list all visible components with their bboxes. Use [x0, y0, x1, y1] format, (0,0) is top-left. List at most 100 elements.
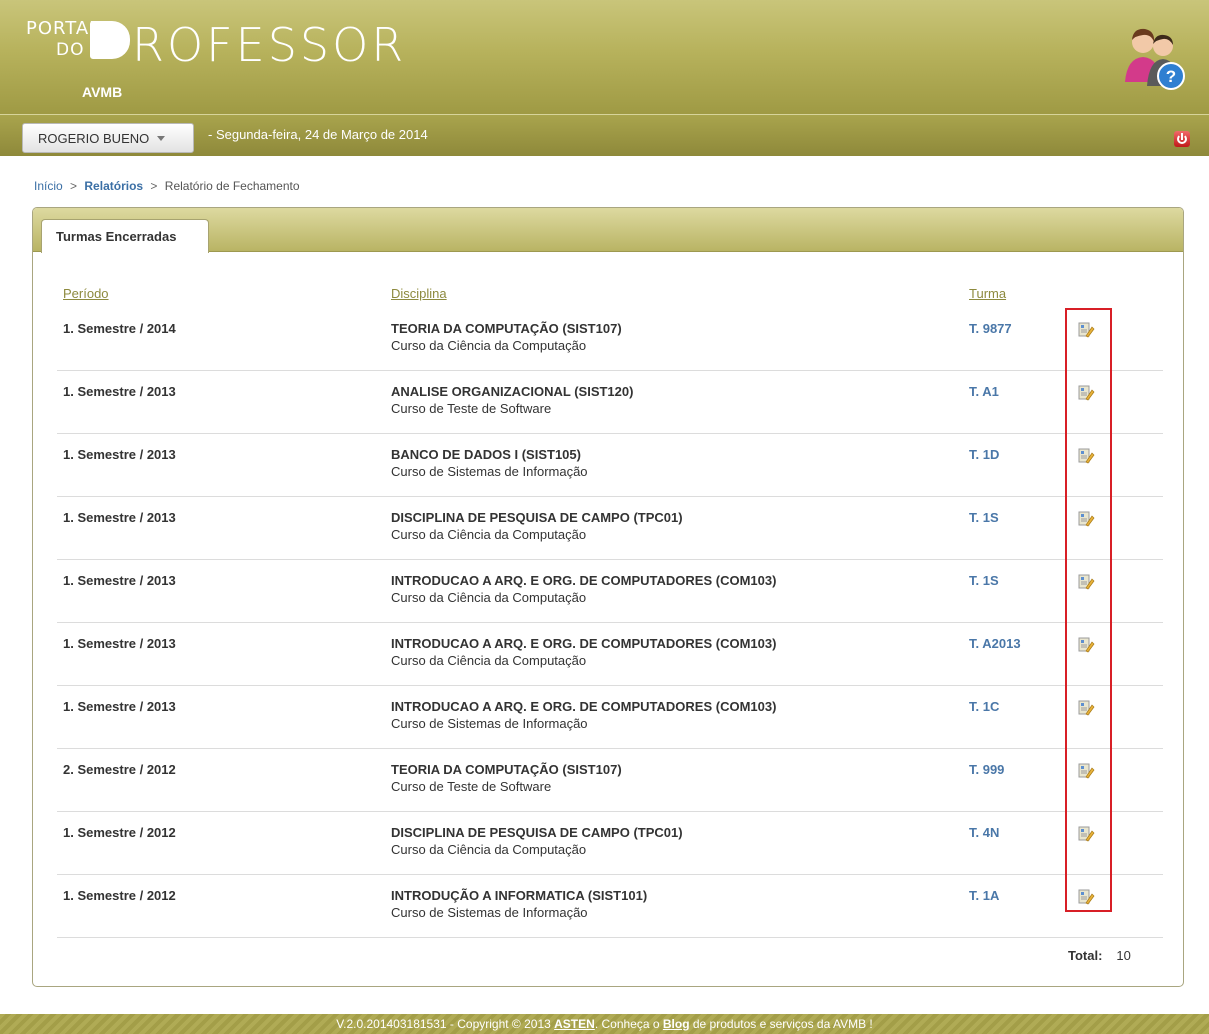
report-edit-icon[interactable]: [1077, 888, 1095, 906]
table-row: 1. Semestre / 2012 DISCIPLINA DE PESQUISA…: [57, 812, 1163, 875]
cell-disciplina: ANALISE ORGANIZACIONAL (SIST120) Curso de…: [391, 384, 633, 416]
course-name: Curso da Ciência da Computação: [391, 527, 587, 542]
portal-logo[interactable]: PORTAL DO ROFESSOR AVMB: [26, 18, 486, 108]
disciplina-name: DISCIPLINA DE PESQUISA DE CAMPO (TPC01): [391, 825, 683, 840]
report-edit-icon[interactable]: [1077, 699, 1095, 717]
turma-link[interactable]: T. 1S: [969, 573, 999, 588]
turma-link[interactable]: T. 1C: [969, 699, 999, 714]
turma-link[interactable]: T. A2013: [969, 636, 1021, 651]
turma-link[interactable]: T. 9877: [969, 321, 1012, 336]
course-name: Curso da Ciência da Computação: [391, 842, 587, 857]
turma-link[interactable]: T. 1D: [969, 447, 999, 462]
report-edit-icon[interactable]: [1077, 762, 1095, 780]
footer-asten-link[interactable]: ASTEN: [554, 1017, 595, 1031]
disciplina-name: DISCIPLINA DE PESQUISA DE CAMPO (TPC01): [391, 510, 683, 525]
total-count: Total: 10: [1068, 948, 1131, 963]
course-name: Curso da Ciência da Computação: [391, 590, 587, 605]
table-row: 1. Semestre / 2013 DISCIPLINA DE PESQUISA…: [57, 497, 1163, 560]
logo-professor: ROFESSOR: [90, 20, 406, 70]
cell-disciplina: INTRODUCAO A ARQ. E ORG. DE COMPUTADORES…: [391, 636, 776, 668]
column-header-periodo[interactable]: Período: [63, 286, 109, 301]
table-row: 1. Semestre / 2013 INTRODUCAO A ARQ. E OR…: [57, 623, 1163, 686]
footer-version-copyright: V.2.0.201403181531 - Copyright © 2013: [336, 1017, 555, 1031]
tab-bar: Turmas Encerradas: [33, 208, 1183, 253]
footer-blog-link[interactable]: Blog: [663, 1017, 690, 1031]
total-label: Total:: [1068, 948, 1103, 963]
disciplina-name: INTRODUÇÃO A INFORMATICA (SIST101): [391, 888, 648, 903]
report-edit-icon[interactable]: [1077, 573, 1095, 591]
course-name: Curso da Ciência da Computação: [391, 653, 587, 668]
cell-periodo: 1. Semestre / 2014: [63, 321, 176, 336]
cell-disciplina: DISCIPLINA DE PESQUISA DE CAMPO (TPC01) C…: [391, 825, 683, 857]
tab-turmas-encerradas[interactable]: Turmas Encerradas: [41, 219, 209, 253]
table-row: 2. Semestre / 2012 TEORIA DA COMPUTAÇÃO (…: [57, 749, 1163, 812]
logout-power-icon[interactable]: [1174, 131, 1190, 147]
turma-link[interactable]: T. 4N: [969, 825, 999, 840]
report-edit-icon[interactable]: [1077, 321, 1095, 339]
cell-disciplina: BANCO DE DADOS I (SIST105) Curso de Siste…: [391, 447, 588, 479]
cell-disciplina: TEORIA DA COMPUTAÇÃO (SIST107) Curso da C…: [391, 321, 622, 353]
chevron-down-icon: [157, 136, 166, 141]
course-name: Curso de Sistemas de Informação: [391, 716, 588, 731]
breadcrumb-current: Relatório de Fechamento: [164, 179, 300, 193]
svg-text:?: ?: [1166, 67, 1176, 86]
turma-link[interactable]: T. 999: [969, 762, 1004, 777]
table-row: 1. Semestre / 2013 INTRODUCAO A ARQ. E OR…: [57, 560, 1163, 623]
report-edit-icon[interactable]: [1077, 447, 1095, 465]
cell-disciplina: INTRODUCAO A ARQ. E ORG. DE COMPUTADORES…: [391, 699, 776, 731]
breadcrumb: Início > Relatórios > Relatório de Fecha…: [34, 179, 300, 193]
footer-middle-text: . Conheça o: [594, 1017, 663, 1031]
class-list: 1. Semestre / 2014 TEORIA DA COMPUTAÇÃO (…: [57, 308, 1163, 938]
turma-link[interactable]: T. 1S: [969, 510, 999, 525]
table-row: 1. Semestre / 2013 INTRODUCAO A ARQ. E OR…: [57, 686, 1163, 749]
user-menu-button[interactable]: ROGERIO BUENO: [22, 123, 194, 153]
table-row: 1. Semestre / 2014 TEORIA DA COMPUTAÇÃO (…: [57, 308, 1163, 371]
logo-professor-text: ROFESSOR: [132, 18, 407, 72]
report-edit-icon[interactable]: [1077, 825, 1095, 843]
column-header-disciplina[interactable]: Disciplina: [391, 286, 447, 301]
turma-link[interactable]: T. A1: [969, 384, 999, 399]
cell-periodo: 1. Semestre / 2013: [63, 384, 176, 399]
report-edit-icon[interactable]: [1077, 510, 1095, 528]
cell-disciplina: INTRODUÇÃO A INFORMATICA (SIST101) Curso …: [391, 888, 647, 920]
cell-periodo: 1. Semestre / 2012: [63, 825, 176, 840]
logo-do-text: DO: [56, 40, 85, 60]
column-header-turma[interactable]: Turma: [969, 286, 1006, 301]
cell-periodo: 2. Semestre / 2012: [63, 762, 176, 777]
table-row: 1. Semestre / 2013 ANALISE ORGANIZACIONAL…: [57, 371, 1163, 434]
disciplina-name: TEORIA DA COMPUTAÇÃO (SIST107): [391, 762, 622, 777]
disciplina-name: INTRODUCAO A ARQ. E ORG. DE COMPUTADORES…: [391, 699, 777, 714]
cell-periodo: 1. Semestre / 2013: [63, 447, 176, 462]
cell-periodo: 1. Semestre / 2012: [63, 888, 176, 903]
cell-periodo: 1. Semestre / 2013: [63, 510, 176, 525]
total-value: 10: [1116, 948, 1131, 963]
disciplina-name: TEORIA DA COMPUTAÇÃO (SIST107): [391, 321, 622, 336]
disciplina-name: INTRODUCAO A ARQ. E ORG. DE COMPUTADORES…: [391, 636, 777, 651]
user-bar: ROGERIO BUENO - Segunda-feira, 24 de Mar…: [0, 114, 1209, 156]
cell-disciplina: INTRODUCAO A ARQ. E ORG. DE COMPUTADORES…: [391, 573, 776, 605]
table-row: 1. Semestre / 2012 INTRODUÇÃO A INFORMATI…: [57, 875, 1163, 938]
cell-periodo: 1. Semestre / 2013: [63, 699, 176, 714]
org-name: AVMB: [82, 84, 123, 100]
disciplina-name: BANCO DE DADOS I (SIST105): [391, 447, 581, 462]
breadcrumb-reports-link[interactable]: Relatórios: [84, 179, 143, 193]
disciplina-name: ANALISE ORGANIZACIONAL (SIST120): [391, 384, 634, 399]
cell-periodo: 1. Semestre / 2013: [63, 573, 176, 588]
logo-p-shape: [90, 21, 130, 59]
cell-disciplina: TEORIA DA COMPUTAÇÃO (SIST107) Curso de T…: [391, 762, 622, 794]
user-name: ROGERIO BUENO: [38, 131, 150, 146]
course-name: Curso de Sistemas de Informação: [391, 464, 588, 479]
disciplina-name: INTRODUCAO A ARQ. E ORG. DE COMPUTADORES…: [391, 573, 777, 588]
course-name: Curso de Teste de Software: [391, 401, 552, 416]
turma-link[interactable]: T. 1A: [969, 888, 999, 903]
footer-suffix-text: de produtos e serviços da AVMB !: [689, 1017, 873, 1031]
breadcrumb-home-link[interactable]: Início: [34, 179, 63, 193]
cell-disciplina: DISCIPLINA DE PESQUISA DE CAMPO (TPC01) C…: [391, 510, 683, 542]
closed-classes-panel: Turmas Encerradas Período Disciplina Tur…: [32, 207, 1184, 987]
course-name: Curso da Ciência da Computação: [391, 338, 587, 353]
cell-periodo: 1. Semestre / 2013: [63, 636, 176, 651]
report-edit-icon[interactable]: [1077, 636, 1095, 654]
breadcrumb-separator: >: [150, 179, 158, 193]
report-edit-icon[interactable]: [1077, 384, 1095, 402]
users-help-icon[interactable]: ?: [1121, 24, 1187, 96]
